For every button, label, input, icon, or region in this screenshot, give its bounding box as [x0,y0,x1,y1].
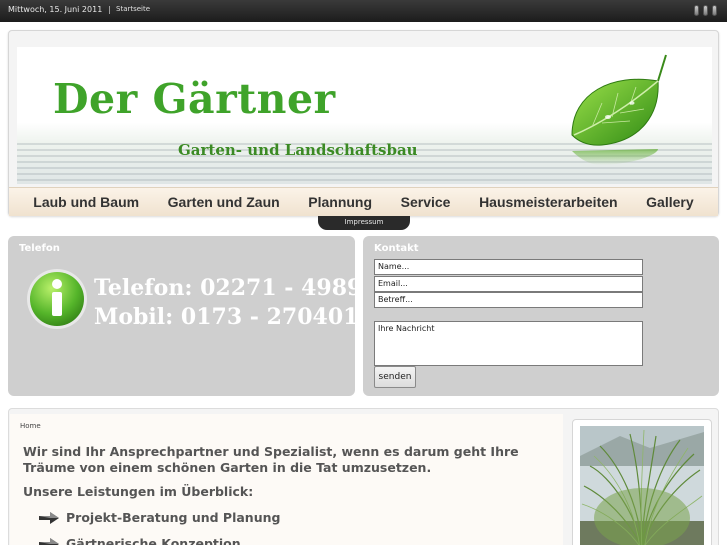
service-label: Gärtnerische Konzeption [66,536,241,545]
intro-text: Wir sind Ihr Ansprechpartner und Spezial… [23,444,519,475]
submenu-tab[interactable]: Impressum [318,216,410,230]
arrow-right-icon [39,537,59,545]
breadcrumb-home[interactable]: Home [20,422,41,430]
breadcrumb-separator: | [108,5,111,14]
nav-item-service[interactable]: Service [401,194,451,210]
list-item: Gärtnerische Konzeption [38,536,241,545]
current-date: Mittwoch, 15. Juni 2011 [8,5,103,14]
telefon-panel: Telefon Telefon: 02271 - 498940 Mobil: 0… [8,236,393,396]
message-field[interactable]: Ihre Nachricht [374,321,643,366]
main-nav: Laub und Baum Garten und Zaun Plannung S… [9,187,718,216]
send-button[interactable]: senden [374,366,416,388]
submenu-impressum[interactable]: Impressum [318,216,410,229]
kontakt-panel: Kontakt Name... Email... Betreff... Ihre… [363,236,719,396]
nav-item-laub-und-baum[interactable]: Laub und Baum [33,194,139,210]
nav-item-gallery[interactable]: Gallery [646,194,693,210]
top-bar: Mittwoch, 15. Juni 2011 | Startseite [0,0,727,22]
kontakt-heading: Kontakt [374,243,419,254]
control-knob-icon[interactable] [703,5,708,16]
control-knob-icon[interactable] [712,5,717,16]
site-subtitle: Garten- und Landschaftsbau [178,141,418,159]
service-label: Projekt-Beratung und Planung [66,510,281,525]
nav-item-hausmeisterarbeiten[interactable]: Hausmeisterarbeiten [479,194,618,210]
main-content: Home Wir sind Ihr Ansprechpartner und Sp… [8,408,719,545]
email-field[interactable]: Email... [374,276,643,292]
control-knob-icon[interactable] [694,5,699,16]
breadcrumb-startseite[interactable]: Startseite [116,5,150,13]
telefon-heading: Telefon [19,243,60,254]
site-title: Der Gärtner [53,75,336,123]
garden-photo-frame [572,419,712,545]
leaf-logo-icon [571,54,667,165]
nav-item-garten-und-zaun[interactable]: Garten und Zaun [168,194,280,210]
info-icon [27,269,87,329]
window-controls [694,5,717,16]
mobile-line: Mobil: 0173 - 2704011 [94,304,374,330]
nav-item-plannung[interactable]: Plannung [308,194,372,210]
phone-line: Telefon: 02271 - 498940 [94,275,393,301]
site-header: Der Gärtner Garten- und Landschaftsbau L… [8,30,719,216]
arrow-right-icon [39,511,59,524]
content-body: Home Wir sind Ihr Ansprechpartner und Sp… [10,414,563,545]
list-item: Projekt-Beratung und Planung [38,510,280,525]
subject-field[interactable]: Betreff... [374,292,643,308]
ornamental-grass-photo [580,426,704,545]
services-heading: Unsere Leistungen im Überblick: [23,484,254,499]
site-banner: Der Gärtner Garten- und Landschaftsbau [17,47,712,184]
phone-numbers: Telefon: 02271 - 498940 Mobil: 0173 - 27… [94,274,393,332]
name-field[interactable]: Name... [374,259,643,275]
